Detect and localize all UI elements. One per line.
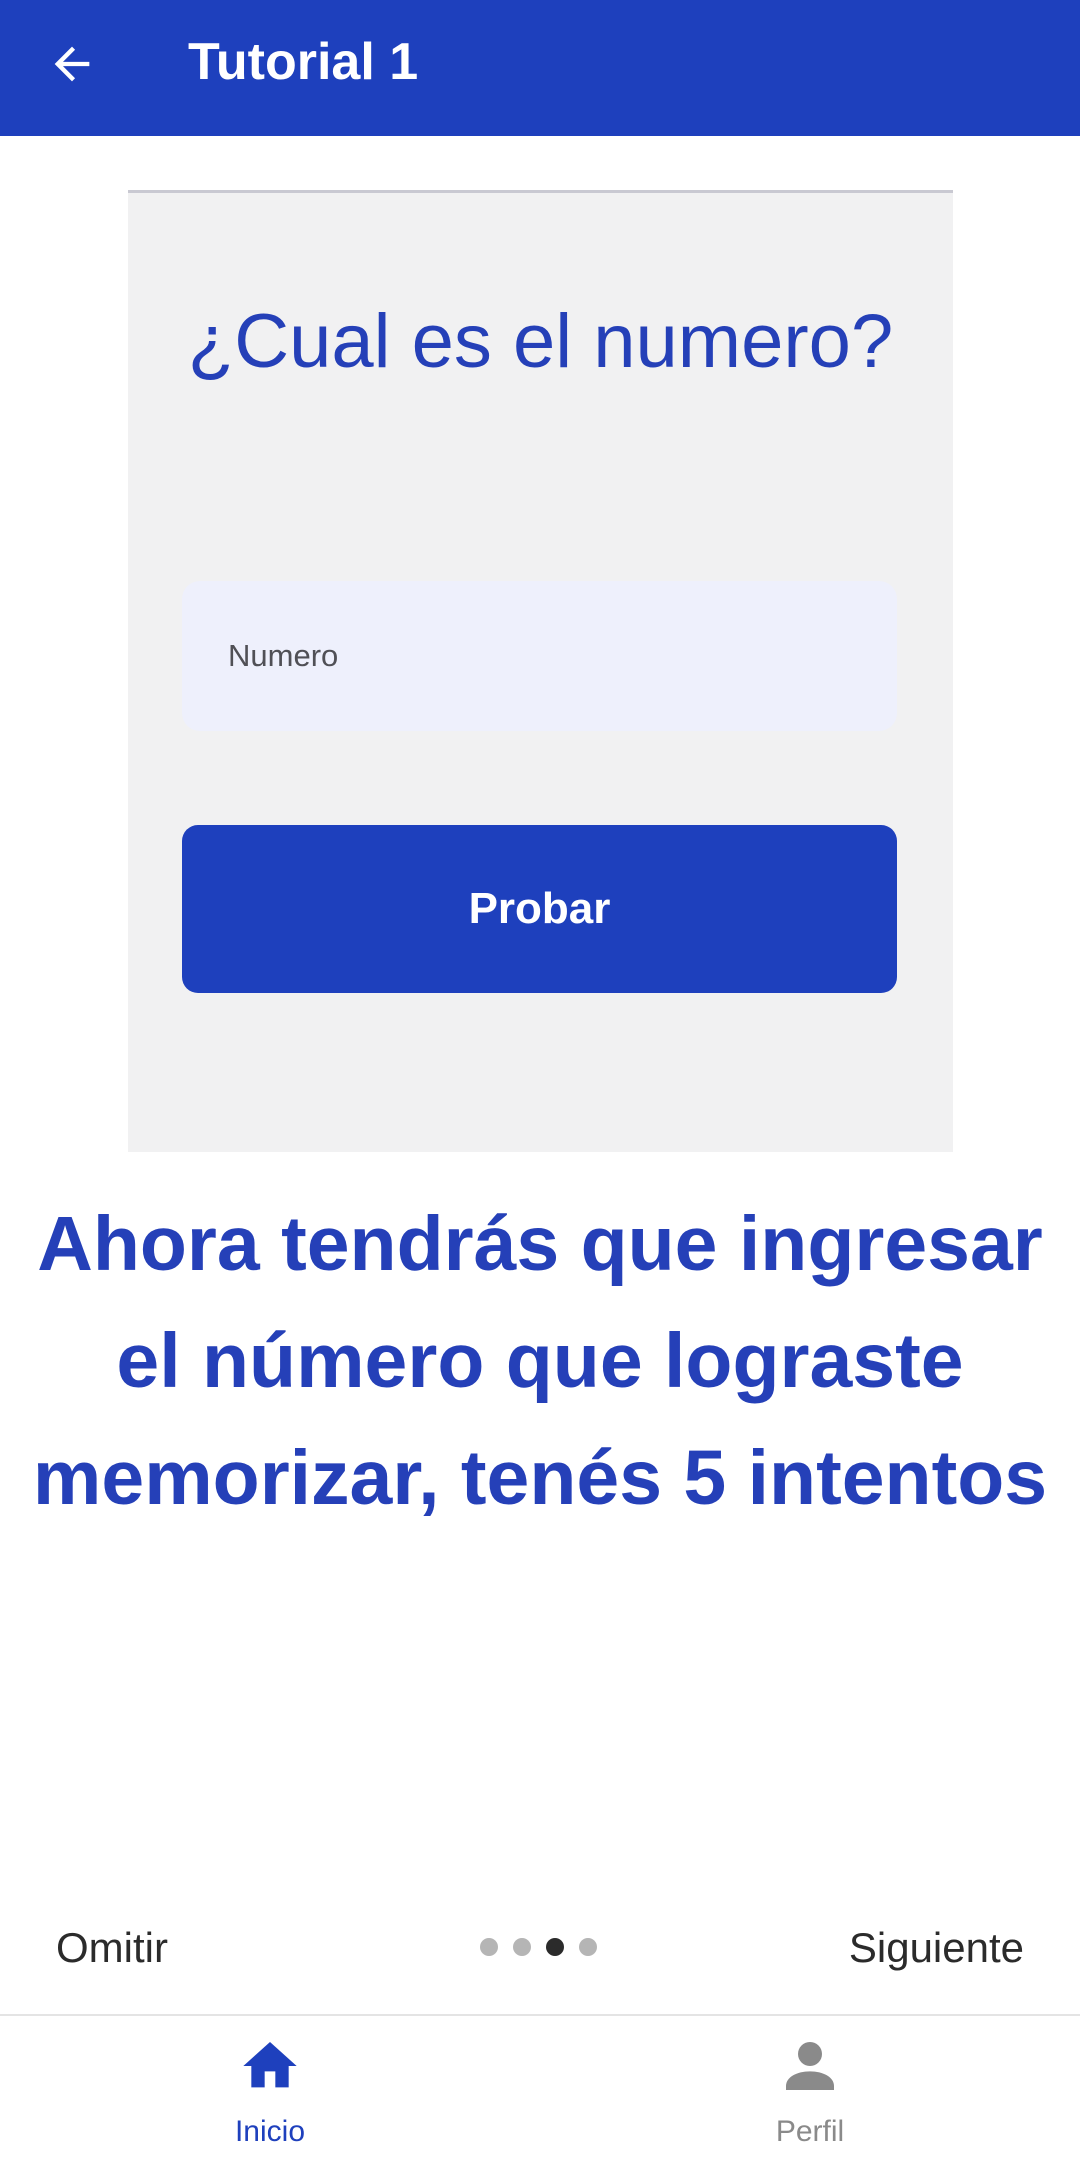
illustration-try-button: Probar <box>182 825 897 993</box>
page-dot-1 <box>480 1938 498 1956</box>
app-bar: Tutorial 1 <box>0 0 1080 136</box>
person-icon <box>786 2042 834 2090</box>
page-indicator <box>480 1938 597 1958</box>
back-button[interactable] <box>36 28 108 100</box>
tutorial-illustration: ¿Cual es el numero? Numero Probar <box>128 190 953 1152</box>
skip-button[interactable]: Omitir <box>56 1918 168 1978</box>
illustration-number-field: Numero <box>182 581 897 731</box>
nav-item-profile[interactable]: Perfil <box>540 2016 1080 2162</box>
tutorial-instruction: Ahora tendrás que ingresar el número que… <box>32 1201 1048 1521</box>
nav-label-profile: Perfil <box>775 2115 845 2148</box>
arrow-left-icon <box>54 46 90 82</box>
bottom-navigation: Inicio Perfil <box>0 2014 1080 2160</box>
next-button[interactable]: Siguiente <box>849 1918 1024 1978</box>
nav-label-home: Inicio <box>234 2115 306 2148</box>
illustration-question: ¿Cual es el numero? <box>187 299 894 384</box>
page-dot-3 <box>546 1938 564 1956</box>
page-dot-4 <box>579 1938 597 1956</box>
nav-item-home[interactable]: Inicio <box>0 2016 540 2162</box>
page-dot-2 <box>513 1938 531 1956</box>
page-title: Tutorial 1 <box>188 33 419 91</box>
home-icon <box>243 2042 297 2088</box>
